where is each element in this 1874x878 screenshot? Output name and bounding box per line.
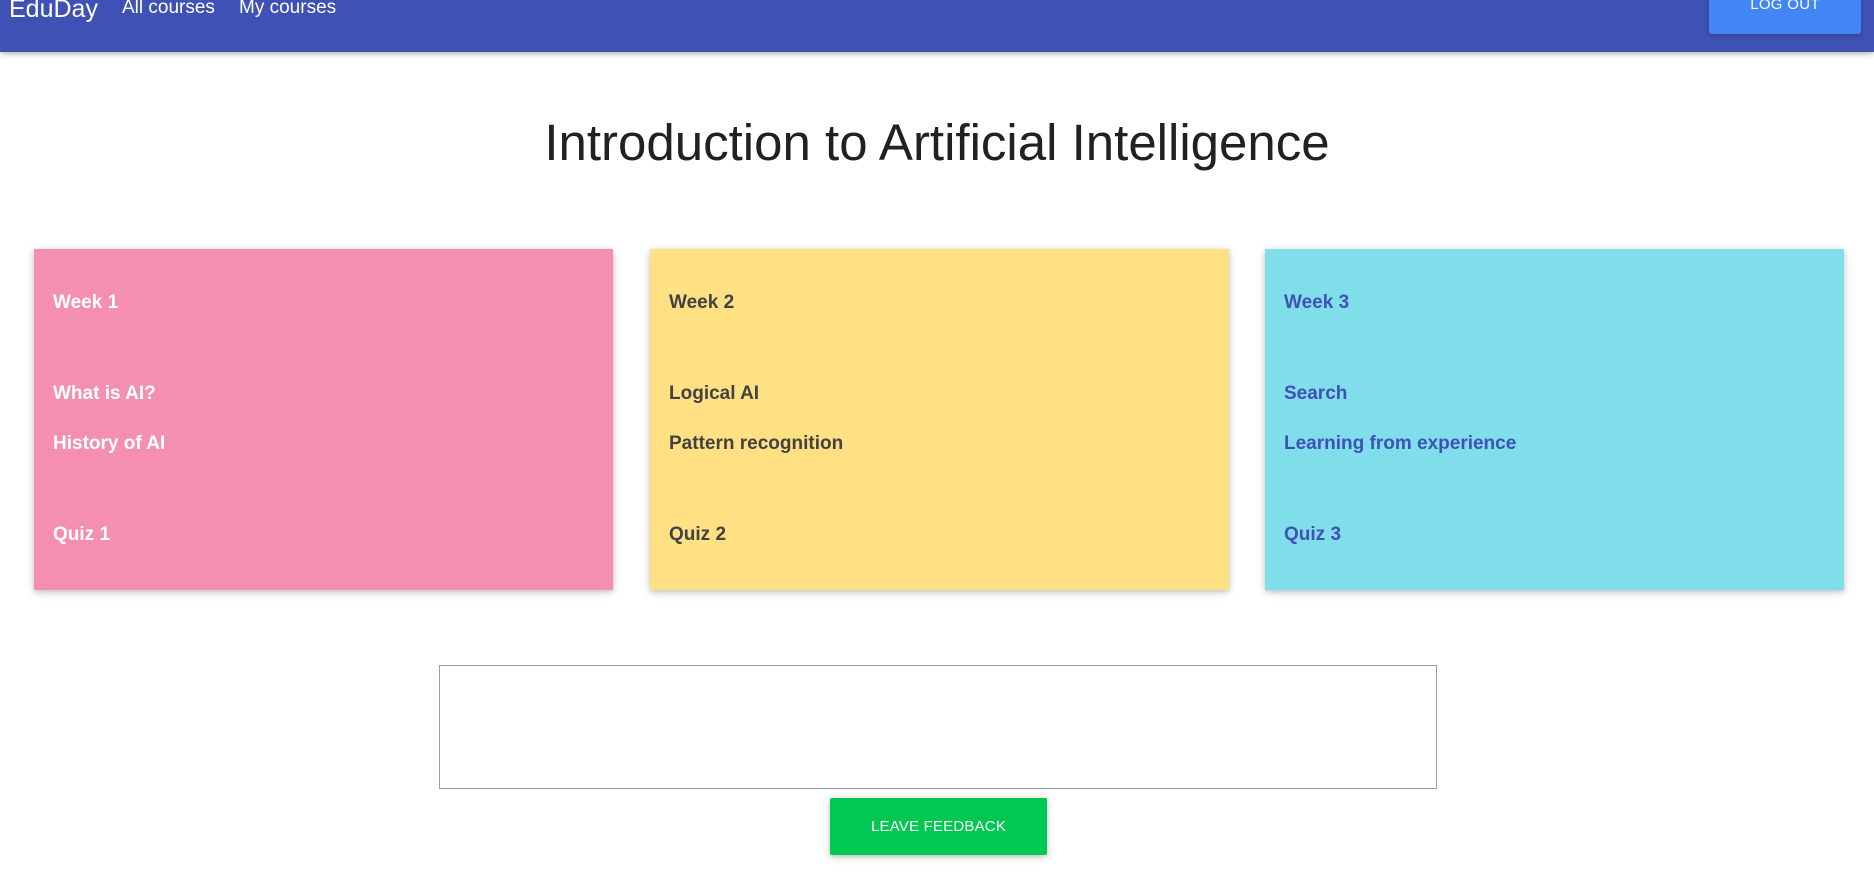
- lesson-link[interactable]: Pattern recognition: [669, 432, 843, 456]
- nav-link-all-courses[interactable]: All courses: [122, 0, 215, 22]
- lesson-link[interactable]: Learning from experience: [1284, 432, 1516, 456]
- quiz-link[interactable]: Quiz 3: [1284, 523, 1341, 547]
- week-card-1: Week 1 What is AI? History of AI Quiz 1: [34, 249, 613, 590]
- week-heading[interactable]: Week 2: [669, 291, 734, 315]
- week-heading[interactable]: Week 1: [53, 291, 118, 315]
- top-navbar: EduDay All courses My courses LOG OUT: [0, 0, 1874, 52]
- page-title: Introduction to Artificial Intelligence: [544, 114, 1330, 171]
- lesson-link[interactable]: History of AI: [53, 432, 165, 456]
- feedback-textarea[interactable]: [439, 665, 1437, 789]
- lesson-link[interactable]: What is AI?: [53, 382, 156, 406]
- lesson-link[interactable]: Search: [1284, 382, 1347, 406]
- quiz-link[interactable]: Quiz 1: [53, 523, 110, 547]
- leave-feedback-button[interactable]: LEAVE FEEDBACK: [830, 798, 1047, 855]
- quiz-link[interactable]: Quiz 2: [669, 523, 726, 547]
- brand-logo[interactable]: EduDay: [9, 0, 98, 24]
- nav-link-my-courses[interactable]: My courses: [239, 0, 336, 22]
- lesson-link[interactable]: Logical AI: [669, 382, 759, 406]
- week-heading[interactable]: Week 3: [1284, 291, 1349, 315]
- logout-button[interactable]: LOG OUT: [1709, 0, 1861, 34]
- week-card-2: Week 2 Logical AI Pattern recognition Qu…: [650, 249, 1229, 590]
- week-card-3: Week 3 Search Learning from experience Q…: [1265, 249, 1844, 590]
